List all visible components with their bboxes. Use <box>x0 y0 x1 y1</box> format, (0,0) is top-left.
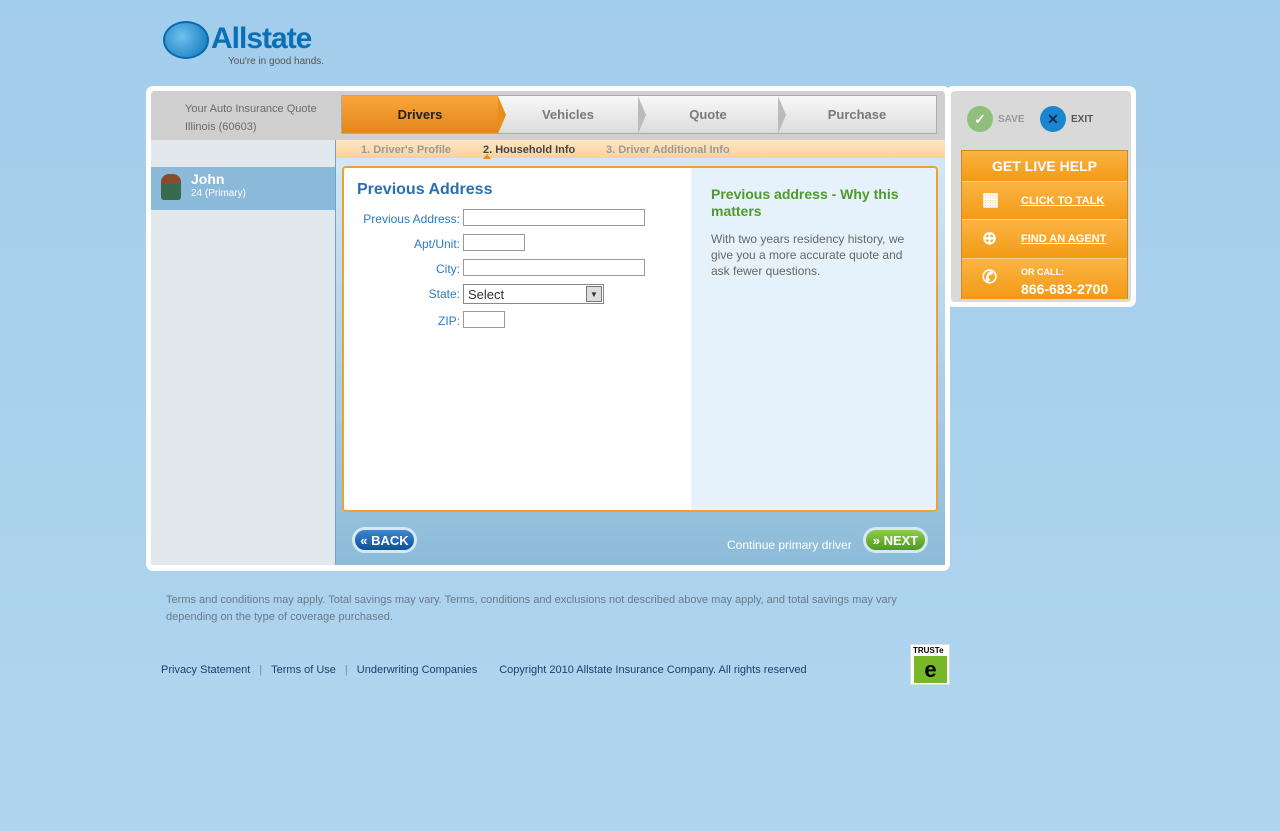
apt-unit-label: Apt/Unit: <box>413 237 460 251</box>
separator: | <box>259 664 263 676</box>
next-button[interactable]: » NEXT <box>863 527 928 553</box>
city-label: City: <box>436 262 460 276</box>
driver-item-john[interactable]: John 24 (Primary) <box>151 167 335 210</box>
footer-links: Privacy Statement | Terms of Use | Under… <box>161 664 807 676</box>
subtab-drivers-profile[interactable]: 1. Driver's Profile <box>361 144 451 156</box>
right-panel: ✓ SAVE ✕ EXIT GET LIVE HELP ▦ CLICK TO T… <box>946 86 1136 307</box>
help-title: Previous address - Why this matters <box>711 186 899 219</box>
previous-address-input[interactable] <box>463 209 645 226</box>
hands-logo-icon <box>163 21 209 59</box>
phone-handset-icon: ✆ <box>982 267 998 287</box>
help-body: With two years residency history, we giv… <box>711 232 905 278</box>
back-button[interactable]: « BACK <box>352 527 417 553</box>
tab-drivers[interactable]: Drivers <box>342 96 506 134</box>
save-label: SAVE <box>998 113 1025 125</box>
underwriting-companies-link[interactable]: Underwriting Companies <box>357 664 477 676</box>
state-label: State: <box>428 287 460 301</box>
terms-of-use-link[interactable]: Terms of Use <box>271 664 336 676</box>
tab-label: Quote <box>689 107 727 122</box>
tab-purchase[interactable]: Purchase <box>778 96 936 133</box>
zip-input[interactable] <box>463 311 505 328</box>
tab-vehicles[interactable]: Vehicles <box>498 96 646 134</box>
copyright: Copyright 2010 Allstate Insurance Compan… <box>499 664 807 676</box>
save-button[interactable]: ✓ SAVE <box>967 106 1025 132</box>
live-help-title: GET LIVE HELP <box>962 151 1127 182</box>
state-select[interactable]: Select ▼ <box>463 284 604 304</box>
right-panel-inner: ✓ SAVE ✕ EXIT GET LIVE HELP ▦ CLICK TO T… <box>951 91 1131 302</box>
terms-text: Terms and conditions may apply. Total sa… <box>166 594 897 623</box>
click-to-talk-button[interactable]: ▦ CLICK TO TALK <box>962 182 1127 220</box>
form-panel: Previous Address Previous Address: Apt/U… <box>342 166 938 512</box>
zip-label: ZIP: <box>437 314 460 328</box>
check-icon: ✓ <box>967 106 993 132</box>
quote-title: Your Auto Insurance Quote <box>185 103 317 115</box>
chevron-down-icon[interactable]: ▼ <box>586 286 602 302</box>
previous-address-label: Previous Address: <box>363 212 460 226</box>
magnifier-plus-icon: ⊕ <box>982 228 998 248</box>
find-agent-label: FIND AN AGENT <box>1021 233 1107 245</box>
logo-tagline: You're in good hands. <box>228 56 325 67</box>
tab-label: Purchase <box>827 107 887 122</box>
tab-quote[interactable]: Quote <box>638 96 786 134</box>
or-call-label: OR CALL: <box>1021 267 1064 277</box>
tab-label: Vehicles <box>541 107 595 122</box>
subtab-household-info[interactable]: 2. Household Info <box>483 144 575 156</box>
form-title: Previous Address <box>357 181 493 198</box>
subtabs: 1. Driver's Profile 2. Household Info 3.… <box>336 140 945 159</box>
allstate-logo[interactable]: Allstate You're in good hands. <box>163 20 333 70</box>
click-to-talk-label: CLICK TO TALK <box>1021 195 1105 207</box>
exit-button[interactable]: ✕ EXIT <box>1040 106 1093 132</box>
phone-number: 866-683-2700 <box>1021 281 1109 297</box>
driver-name: John <box>191 171 225 187</box>
state-selected-value: Select <box>468 287 505 302</box>
truste-seal[interactable]: TRUSTe e <box>910 644 950 685</box>
truste-e-icon: e <box>914 656 947 683</box>
driver-sidebar: John 24 (Primary) <box>151 140 336 565</box>
tab-label: Drivers <box>397 107 443 122</box>
driver-details: 24 (Primary) <box>191 188 247 199</box>
live-help-box: GET LIVE HELP ▦ CLICK TO TALK ⊕ FIND AN … <box>961 150 1128 299</box>
city-input[interactable] <box>463 259 645 276</box>
truste-label: TRUSTe <box>913 646 944 655</box>
privacy-statement-link[interactable]: Privacy Statement <box>161 664 250 676</box>
active-subtab-caret <box>483 154 491 159</box>
continue-text: Continue primary driver <box>727 538 852 552</box>
subtab-driver-additional-info[interactable]: 3. Driver Additional Info <box>606 144 730 156</box>
call-box: ✆ OR CALL: 866-683-2700 <box>962 259 1127 299</box>
find-agent-button[interactable]: ⊕ FIND AN AGENT <box>962 220 1127 259</box>
close-icon: ✕ <box>1040 106 1066 132</box>
separator: | <box>344 664 348 676</box>
apt-unit-input[interactable] <box>463 234 525 251</box>
logo-wordmark: Allstate <box>211 22 312 55</box>
phone-keypad-icon: ▦ <box>982 189 1000 209</box>
quote-location: Illinois (60603) <box>185 121 257 133</box>
help-panel: Previous address - Why this matters With… <box>691 168 936 510</box>
driver-avatar-icon <box>161 174 181 200</box>
exit-label: EXIT <box>1071 113 1094 125</box>
progress-tabs: Drivers Vehicles Quote Purchase <box>341 95 937 134</box>
